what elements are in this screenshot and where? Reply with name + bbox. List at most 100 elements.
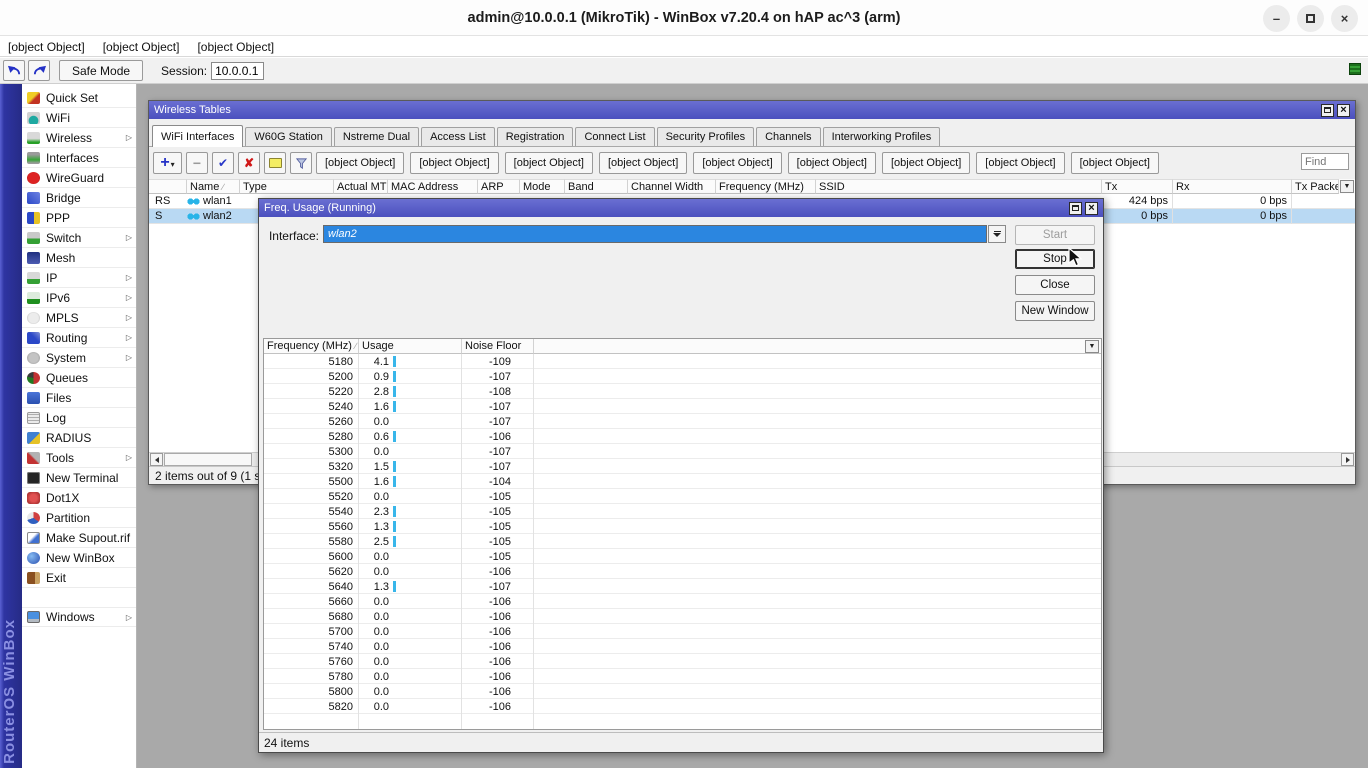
sidebar-item[interactable]: MPLS xyxy=(22,308,136,328)
enable-button[interactable] xyxy=(212,152,234,174)
frequency-row[interactable]: 5660 0.0 -106 xyxy=(264,594,1101,609)
tab[interactable]: W60G Station xyxy=(245,127,331,146)
sidebar-item[interactable]: Bridge xyxy=(22,188,136,208)
tab[interactable]: Access List xyxy=(421,127,495,146)
close-icon[interactable] xyxy=(1337,104,1350,117)
frequency-row[interactable]: 5540 2.3 -105 xyxy=(264,504,1101,519)
column-header[interactable]: Type xyxy=(240,179,334,194)
frequency-row[interactable]: 5700 0.0 -106 xyxy=(264,624,1101,639)
comment-button[interactable] xyxy=(264,152,286,174)
toolbar-button[interactable]: [object Object] xyxy=(1071,152,1159,174)
column-header[interactable]: Usage xyxy=(359,339,462,354)
sidebar-item[interactable]: Queues xyxy=(22,368,136,388)
sidebar-item[interactable]: Wireless xyxy=(22,128,136,148)
toolbar-button[interactable]: [object Object] xyxy=(882,152,970,174)
maximize-icon[interactable] xyxy=(1297,5,1324,32)
stop-button[interactable]: Stop xyxy=(1015,249,1095,269)
frequency-row[interactable]: 5500 1.6 -104 xyxy=(264,474,1101,489)
wireless-tables-titlebar[interactable]: Wireless Tables xyxy=(149,101,1355,119)
column-select-button[interactable] xyxy=(1085,340,1099,353)
filter-button[interactable] xyxy=(290,152,312,174)
frequency-row[interactable]: 5560 1.3 -105 xyxy=(264,519,1101,534)
menu-item[interactable]: [object Object] xyxy=(8,40,85,54)
sidebar-item[interactable]: RADIUS xyxy=(22,428,136,448)
scroll-right-icon[interactable] xyxy=(1341,453,1354,466)
session-input[interactable] xyxy=(211,62,264,80)
maximize-icon[interactable] xyxy=(1069,202,1082,215)
menu-item[interactable]: [object Object] xyxy=(197,40,274,54)
tab[interactable]: Connect List xyxy=(575,127,654,146)
column-header[interactable]: Actual MTU xyxy=(334,179,388,194)
find-input[interactable] xyxy=(1301,153,1349,170)
column-header[interactable]: SSID xyxy=(816,179,1102,194)
frequency-row[interactable]: 5260 0.0 -107 xyxy=(264,414,1101,429)
sidebar-item[interactable]: WireGuard xyxy=(22,168,136,188)
column-header[interactable]: Mode xyxy=(520,179,565,194)
interface-combobox[interactable]: wlan2 xyxy=(323,225,987,243)
close-icon[interactable] xyxy=(1085,202,1098,215)
sidebar-item[interactable]: Interfaces xyxy=(22,148,136,168)
column-header[interactable] xyxy=(149,179,187,194)
frequency-row[interactable]: 5520 0.0 -105 xyxy=(264,489,1101,504)
sidebar-item[interactable]: New Terminal xyxy=(22,468,136,488)
frequency-row[interactable]: 5640 1.3 -107 xyxy=(264,579,1101,594)
sidebar-item[interactable]: Quick Set xyxy=(22,88,136,108)
scroll-left-icon[interactable] xyxy=(150,453,163,466)
sidebar-item[interactable]: Files xyxy=(22,388,136,408)
undo-button[interactable] xyxy=(3,60,25,81)
frequency-row[interactable]: 5600 0.0 -105 xyxy=(264,549,1101,564)
column-header[interactable]: Channel Width xyxy=(628,179,716,194)
frequency-row[interactable]: 5740 0.0 -106 xyxy=(264,639,1101,654)
column-header[interactable]: Noise Floor xyxy=(462,339,534,354)
column-header[interactable]: Tx Packet xyxy=(1292,179,1339,194)
frequency-row[interactable]: 5620 0.0 -106 xyxy=(264,564,1101,579)
redo-button[interactable] xyxy=(28,60,50,81)
frequency-row[interactable]: 5320 1.5 -107 xyxy=(264,459,1101,474)
frequency-row[interactable]: 5760 0.0 -106 xyxy=(264,654,1101,669)
sidebar-item[interactable]: Switch xyxy=(22,228,136,248)
tab[interactable]: Nstreme Dual xyxy=(334,127,419,146)
frequency-row[interactable]: 5240 1.6 -107 xyxy=(264,399,1101,414)
sidebar-item[interactable]: IP xyxy=(22,268,136,288)
sidebar-item[interactable]: Dot1X xyxy=(22,488,136,508)
tab[interactable]: Security Profiles xyxy=(657,127,754,146)
toolbar-button[interactable]: [object Object] xyxy=(410,152,498,174)
column-header[interactable]: Frequency (MHz) xyxy=(716,179,816,194)
toolbar-button[interactable]: [object Object] xyxy=(599,152,687,174)
frequency-row[interactable]: 5300 0.0 -107 xyxy=(264,444,1101,459)
toolbar-button[interactable]: [object Object] xyxy=(788,152,876,174)
toolbar-button[interactable]: [object Object] xyxy=(505,152,593,174)
tab[interactable]: Channels xyxy=(756,127,820,146)
frequency-row[interactable]: 5200 0.9 -107 xyxy=(264,369,1101,384)
sidebar-item[interactable]: Windows xyxy=(22,607,136,627)
column-header[interactable] xyxy=(534,339,1101,354)
close-button[interactable]: Close xyxy=(1015,275,1095,295)
column-select-button[interactable] xyxy=(1340,180,1354,193)
frequency-row[interactable]: 5220 2.8 -108 xyxy=(264,384,1101,399)
frequency-row[interactable]: 5780 0.0 -106 xyxy=(264,669,1101,684)
sidebar-item[interactable]: Mesh xyxy=(22,248,136,268)
menu-item[interactable]: [object Object] xyxy=(103,40,180,54)
toolbar-button[interactable]: [object Object] xyxy=(976,152,1064,174)
start-button[interactable]: Start xyxy=(1015,225,1095,245)
frequency-row[interactable]: 5820 0.0 -106 xyxy=(264,699,1101,714)
frequency-row[interactable]: 5280 0.6 -106 xyxy=(264,429,1101,444)
tab[interactable]: WiFi Interfaces xyxy=(152,125,243,147)
sidebar-item[interactable]: Make Supout.rif xyxy=(22,528,136,548)
sidebar-item[interactable]: Routing xyxy=(22,328,136,348)
column-header[interactable]: Band xyxy=(565,179,628,194)
disable-button[interactable] xyxy=(238,152,260,174)
sidebar-item[interactable]: New WinBox xyxy=(22,548,136,568)
column-header[interactable]: MAC Address xyxy=(388,179,478,194)
sidebar-item[interactable]: Log xyxy=(22,408,136,428)
sidebar-item[interactable]: Partition xyxy=(22,508,136,528)
frequency-row[interactable]: 5180 4.1 -109 xyxy=(264,354,1101,369)
column-header[interactable]: ARP xyxy=(478,179,520,194)
frequency-row[interactable]: 5580 2.5 -105 xyxy=(264,534,1101,549)
combobox-dropdown-button[interactable] xyxy=(988,225,1006,243)
frequency-row[interactable]: 5800 0.0 -106 xyxy=(264,684,1101,699)
new-window-button[interactable]: New Window xyxy=(1015,301,1095,321)
frequency-row[interactable]: 5680 0.0 -106 xyxy=(264,609,1101,624)
sidebar-item[interactable]: System xyxy=(22,348,136,368)
sidebar-item[interactable]: Exit xyxy=(22,568,136,588)
